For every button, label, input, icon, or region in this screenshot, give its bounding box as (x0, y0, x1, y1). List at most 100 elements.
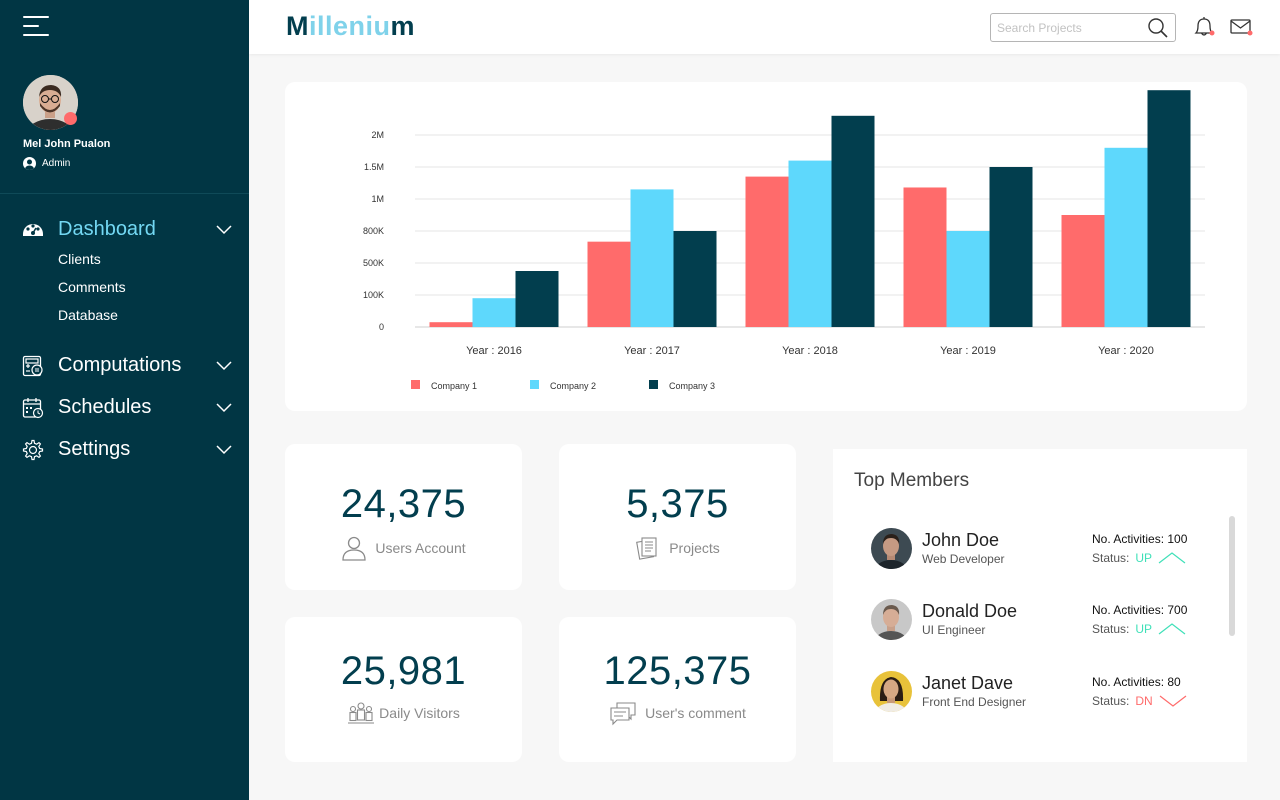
status-badge: UP (1135, 621, 1153, 636)
member-activity: No. Activities: 80 Status: DN (1092, 675, 1187, 708)
sidebar: Mel John Pualon Admin Dashboard Clients … (0, 0, 249, 800)
member-row[interactable]: John Doe Web Developer No. Activities: 1… (857, 513, 1219, 583)
bar (673, 231, 717, 327)
bar (515, 271, 559, 327)
member-job: UI Engineer (922, 623, 986, 637)
legend-label: Company 3 (669, 381, 715, 391)
member-info: Donald Doe UI Engineer (922, 601, 1092, 637)
stat-label-row: User's comment (609, 700, 746, 726)
x-tick-label: Year : 2019 (940, 345, 996, 357)
notification-bell-icon[interactable] (1192, 16, 1216, 38)
sidebar-subitem-comments[interactable]: Comments (58, 279, 126, 295)
chevron-down-icon[interactable] (216, 360, 232, 371)
user-icon (23, 157, 36, 170)
legend-swatch (530, 380, 539, 389)
member-status-row: Status: UP (1092, 551, 1187, 565)
member-name: John Doe (922, 530, 1000, 550)
stat-label-row: Projects (635, 535, 720, 561)
gear-icon (22, 439, 44, 460)
y-tick-label: 0 (379, 322, 384, 332)
y-tick-label: 800K (363, 226, 384, 236)
bar (745, 176, 789, 327)
sidebar-item-label: Dashboard (58, 218, 156, 240)
member-name: Donald Doe (922, 601, 1018, 621)
status-label: Status: (1092, 693, 1130, 708)
stat-label: Projects (669, 540, 720, 556)
legend-swatch (649, 380, 658, 389)
y-tick-label: 100K (363, 290, 384, 300)
y-tick-label: 1.5M (364, 162, 384, 172)
bar (788, 160, 832, 327)
chevron-down-icon[interactable] (216, 444, 232, 455)
chart-card: 0 100K 500K 800K 1M 1.5M 2M Year : 2016 Year : 2… (285, 82, 1247, 411)
member-status-row: Status: UP (1092, 622, 1187, 636)
sidebar-item-schedules[interactable]: Schedules (22, 396, 232, 419)
search-icon[interactable] (1147, 17, 1169, 39)
dashboard-icon (23, 223, 43, 236)
status-badge: DN (1135, 693, 1153, 708)
hamburger-menu-icon[interactable] (23, 16, 51, 38)
member-avatar (871, 670, 912, 712)
user-icon (342, 536, 367, 561)
user-role: Admin (23, 157, 70, 170)
bar (587, 241, 631, 327)
chevron-down-icon[interactable] (216, 402, 232, 413)
chevron-down-icon[interactable] (216, 224, 232, 235)
stat-label: Daily Visitors (379, 705, 460, 721)
status-label: Status: (1092, 621, 1130, 636)
app-logo[interactable]: Millenium (286, 11, 415, 42)
member-activity: No. Activities: 100 Status: UP (1092, 532, 1187, 565)
member-info: John Doe Web Developer (922, 530, 1092, 566)
sidebar-item-label: Settings (58, 438, 131, 460)
mail-icon[interactable] (1230, 17, 1254, 37)
logo-part: m (390, 11, 416, 41)
members-scrollbar[interactable] (1229, 516, 1235, 636)
sidebar-item-computations[interactable]: Computations (22, 354, 232, 377)
member-status-row: Status: DN (1092, 694, 1187, 708)
trend-down-icon (1159, 695, 1187, 707)
stat-label: User's comment (645, 705, 746, 721)
stat-value: 5,375 (626, 482, 729, 526)
sidebar-item-label: Schedules (58, 396, 152, 418)
status-badge: UP (1135, 550, 1153, 565)
sidebar-subitem-database[interactable]: Database (58, 307, 118, 323)
member-activity: No. Activities: 700 Status: UP (1092, 603, 1187, 636)
search-box (990, 13, 1176, 42)
bar (1147, 90, 1191, 327)
sidebar-divider (0, 193, 249, 194)
sidebar-subitem-clients[interactable]: Clients (58, 251, 101, 267)
bar-chart: 0 100K 500K 800K 1M 1.5M 2M Year : 2016 Year : 2… (363, 90, 1205, 391)
bar (903, 187, 947, 327)
bar (989, 167, 1033, 327)
stat-label-row: Daily Visitors (347, 700, 460, 726)
bar (831, 115, 875, 327)
stat-card-comments: 125,375 User's comment (559, 617, 796, 762)
documents-icon (636, 537, 657, 560)
member-row[interactable]: Donald Doe UI Engineer No. Activities: 7… (857, 584, 1219, 654)
top-members-card: Top Members John Doe Web Developer No. A… (833, 449, 1247, 762)
stat-label: Users Account (375, 540, 466, 556)
member-row[interactable]: Janet Dave Front End Designer No. Activi… (857, 656, 1219, 726)
search-input[interactable] (997, 20, 1147, 35)
calculator-icon (22, 355, 43, 376)
bar (472, 298, 516, 327)
x-tick-label: Year : 2016 (466, 345, 522, 357)
member-avatar (871, 527, 912, 569)
bar (630, 189, 674, 327)
logo-part: M (286, 11, 309, 41)
trend-up-icon (1158, 622, 1186, 634)
member-activities: No. Activities: 700 (1092, 602, 1188, 617)
x-tick-label: Year : 2017 (624, 345, 680, 357)
sidebar-item-settings[interactable]: Settings (22, 438, 232, 461)
bar (946, 231, 990, 327)
member-name: Janet Dave (922, 673, 1014, 693)
stat-card-projects: 5,375 Projects (559, 444, 796, 590)
crowd-icon (348, 702, 375, 724)
top-bar: Millenium (249, 0, 1280, 54)
member-avatar (871, 598, 912, 640)
members-list: John Doe Web Developer No. Activities: 1… (857, 513, 1219, 720)
calendar-icon (22, 397, 44, 418)
member-info: Janet Dave Front End Designer (922, 673, 1092, 709)
stat-card-users: 24,375 Users Account (285, 444, 522, 590)
sidebar-item-dashboard[interactable]: Dashboard (22, 218, 232, 241)
